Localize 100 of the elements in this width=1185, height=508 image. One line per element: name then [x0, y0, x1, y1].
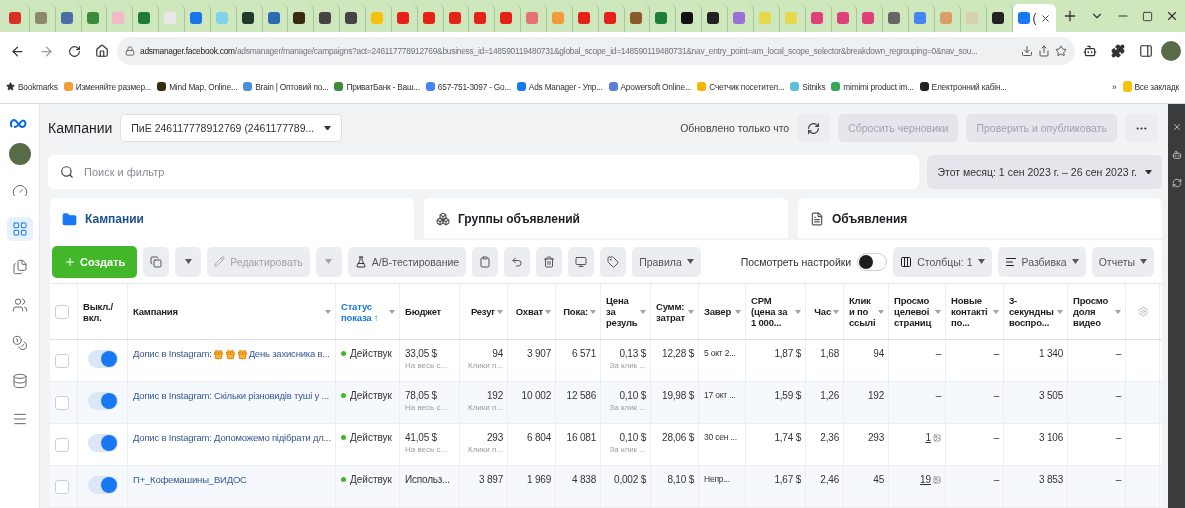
refresh-button[interactable] [797, 114, 831, 142]
caret-icon [993, 309, 999, 314]
search-field[interactable]: Поиск и фильтр [48, 155, 920, 189]
table-cell: 94 [873, 348, 884, 359]
caret-icon [325, 259, 333, 265]
column-header[interactable]: Просмо доля видео [1073, 295, 1113, 329]
level-tab[interactable]: Объявления [798, 198, 1162, 240]
column-header[interactable]: 3- секундны воспро... [1009, 295, 1055, 329]
bookmark[interactable]: Sitniks [790, 81, 826, 92]
delete-button[interactable] [536, 246, 563, 277]
sidebar-item[interactable] [6, 217, 33, 241]
puzzle-icon [1111, 44, 1125, 58]
column-header[interactable]: Выкл./ вкл. [83, 300, 123, 323]
close-icon[interactable] [1171, 122, 1182, 132]
bookmark[interactable]: 657-751-3097 - Go... [425, 81, 511, 92]
refresh-icon[interactable] [1171, 178, 1182, 188]
tag-button[interactable] [600, 246, 627, 277]
user-avatar[interactable] [8, 143, 31, 165]
cell-subtext: За клик ... [609, 445, 646, 454]
bookmark[interactable]: Счетчик посетител... [697, 81, 785, 92]
robot-icon[interactable] [1171, 150, 1182, 160]
preview-button[interactable] [568, 246, 595, 277]
metric-link[interactable]: 19 [919, 474, 941, 485]
campaign-link[interactable]: Допис в Instagram: День захисника в... [133, 348, 330, 360]
campaign-toggle[interactable] [88, 434, 118, 452]
row-checkbox[interactable] [55, 438, 69, 452]
table-cell: – [993, 390, 999, 401]
column-header[interactable]: Охват [515, 306, 543, 318]
campaign-link[interactable]: Допис в Instagram: Скільки різновидів туші у ... [133, 390, 329, 402]
restore-icon [1142, 10, 1154, 22]
cell-subtext: За клик ... [609, 361, 646, 370]
ab-test-button[interactable]: A/B-тестирование [347, 246, 467, 277]
campaign-toggle[interactable] [88, 476, 118, 494]
bookmark[interactable]: ПриватБанк - Ваш... [334, 81, 420, 92]
column-header[interactable]: Цена за резуль [606, 295, 638, 329]
caret-icon [640, 309, 646, 314]
breakdown-button[interactable]: Разбивка [997, 246, 1086, 277]
select-all-checkbox[interactable] [55, 304, 69, 319]
image-icon [933, 433, 941, 442]
table-cell: – [935, 348, 941, 359]
view-settings-toggle[interactable] [857, 252, 888, 271]
more-bookmarks-button[interactable]: » [1112, 81, 1117, 92]
row-checkbox[interactable] [55, 396, 69, 410]
delivery-status: Действук [341, 432, 392, 443]
clipboard-button[interactable] [472, 246, 499, 277]
bookmark-star-icon[interactable] [1055, 45, 1067, 57]
duplicate-button[interactable] [143, 246, 170, 277]
metric-link[interactable]: 1 [925, 432, 941, 443]
bookmark[interactable]: Ads Manager - Упр... [516, 81, 603, 92]
table-cell: 3 106 [1038, 432, 1063, 443]
column-header[interactable]: Кампания [133, 306, 178, 318]
caret-icon [795, 309, 801, 314]
column-header[interactable]: Час [814, 306, 831, 318]
column-header[interactable]: Пока: [563, 306, 588, 318]
campaign-link[interactable]: П+_Кофемашины_ВИДОС [133, 474, 247, 486]
reports-button[interactable]: Отчеты [1091, 246, 1154, 277]
clipboard-icon [479, 255, 492, 268]
column-header[interactable]: Новые контакті по... [951, 295, 991, 329]
install-icon[interactable] [1021, 45, 1033, 57]
level-tab[interactable]: Группы объявлений [424, 198, 788, 240]
share-icon[interactable] [1038, 45, 1050, 57]
column-header[interactable]: Просмо целевоі страниц [894, 295, 933, 329]
column-header[interactable]: Резуг [470, 306, 495, 318]
profile-avatar[interactable] [1161, 41, 1181, 61]
row-checkbox[interactable] [55, 354, 69, 368]
rules-button[interactable]: Правила [632, 246, 701, 277]
account-dropdown[interactable]: ПиЕ 246117778912769 (2461177789... [120, 114, 343, 142]
column-header[interactable]: Завер [704, 306, 732, 318]
table-cell: 3 505 [1038, 390, 1063, 401]
column-header[interactable]: Сумм: затрат [656, 300, 686, 323]
all-bookmarks-folder[interactable]: Все закладк [1122, 81, 1179, 92]
date-range-picker[interactable]: Этот месяц: 1 сен 2023 г. – 26 сен 2023 г. [927, 155, 1162, 189]
robot-icon [1083, 44, 1097, 58]
columns-button[interactable]: Столбцы: 1 [893, 246, 992, 277]
bookmark[interactable]: Bookmarks [6, 81, 58, 92]
level-tab[interactable]: Кампании [50, 198, 414, 240]
tab-title: ( [1032, 11, 1037, 25]
undo-button[interactable] [504, 246, 531, 277]
browser-tab[interactable]: ( [1012, 4, 1057, 32]
bookmark[interactable]: Изменяйте размер... [63, 81, 152, 92]
campaign-link[interactable]: Допис в Instagram: Допоможемо підібрати дл... [133, 432, 331, 444]
bookmark[interactable]: Електронний кабін... [919, 81, 1007, 92]
row-checkbox[interactable] [55, 480, 69, 494]
bookmark[interactable]: mimimi product im... [831, 81, 914, 92]
bookmark[interactable]: Brain | Оптовий по... [243, 81, 329, 92]
duplicate-menu-button[interactable] [175, 246, 202, 277]
table-cell: 3 907 [526, 348, 551, 359]
campaign-toggle[interactable] [88, 392, 118, 410]
campaign-toggle[interactable] [88, 350, 118, 368]
monitor-icon [575, 255, 588, 268]
column-header[interactable]: Клики по ссылі [849, 295, 876, 329]
column-header[interactable]: Статус показа ↑ [341, 300, 387, 323]
breakdown-icon [1004, 255, 1017, 268]
bookmark[interactable]: Mind Map, Online... [157, 81, 238, 92]
bookmark[interactable]: Apowersoft Online... [608, 81, 692, 92]
close-icon[interactable] [1039, 12, 1051, 24]
column-header[interactable]: CPM (цена за 1 000... [751, 295, 793, 329]
column-header[interactable]: Бюджет [405, 306, 442, 318]
cell-subtext: Клики п... [468, 445, 503, 454]
table-cell: 30 сен ... [704, 432, 737, 442]
